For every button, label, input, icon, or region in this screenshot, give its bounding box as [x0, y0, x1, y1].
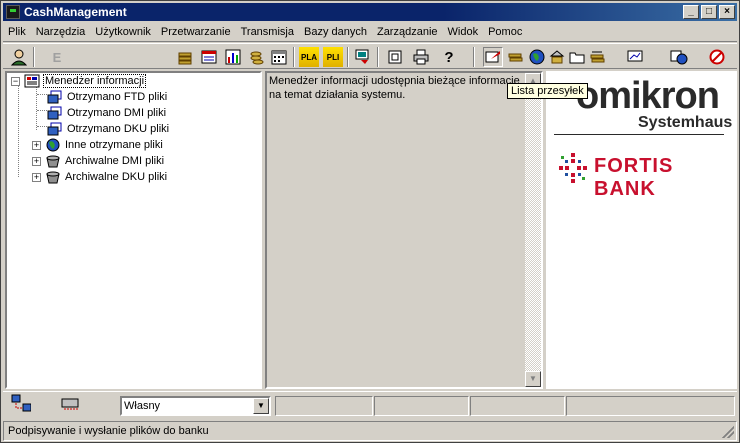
- menu-transmisja[interactable]: Transmisja: [236, 26, 299, 38]
- network-file-icon: [47, 90, 62, 104]
- vertical-scrollbar[interactable]: ▲ ▼: [525, 73, 541, 387]
- menu-pomoc[interactable]: Pomoc: [483, 26, 527, 38]
- expand-icon[interactable]: +: [32, 156, 41, 166]
- menu-widok[interactable]: Widok: [443, 26, 484, 38]
- exit-icon[interactable]: [707, 47, 727, 67]
- status-cell: [374, 396, 469, 416]
- menu-przetwarzanie[interactable]: Przetwarzanie: [156, 26, 236, 38]
- toolbar: E PLA PLI ?: [3, 43, 737, 69]
- presentation-icon[interactable]: [625, 47, 645, 67]
- menu-zarzadzanie[interactable]: Zarządzanie: [372, 26, 443, 38]
- network-file-icon: [47, 122, 62, 136]
- tree-item-archive-dmi[interactable]: + Archiwalne DMI pliki: [32, 153, 165, 169]
- tooltip: Lista przesyłek: [507, 83, 588, 99]
- fortis-mark-icon: [559, 153, 587, 183]
- logo-pane: omikron Systemhaus FORTIS BANK: [546, 71, 737, 389]
- printer-icon[interactable]: [411, 47, 431, 67]
- tree-root-label: Menedżer informacji: [43, 74, 147, 88]
- menu-narzedzia[interactable]: Narzędzia: [31, 26, 91, 38]
- expand-icon[interactable]: +: [32, 140, 41, 150]
- close-button[interactable]: ×: [719, 5, 735, 19]
- maximize-button[interactable]: □: [701, 5, 717, 19]
- archive-icon: [46, 155, 60, 168]
- tree-item-label: Inne otrzymane pliki: [65, 139, 163, 151]
- tree-item-label: Otrzymano DKU pliki: [67, 123, 170, 135]
- scroll-down-icon[interactable]: ▼: [525, 371, 541, 387]
- logo-divider: [554, 134, 724, 135]
- bottom-toolbar: Własny ▼: [3, 391, 737, 419]
- fortis-bank-logo: FORTIS BANK: [594, 155, 674, 200]
- info-pane: Menedżer informacji udostępnia bieżące i…: [265, 71, 543, 389]
- calendar-icon[interactable]: [269, 47, 289, 67]
- tree-item-dmi[interactable]: Otrzymano DMI pliki: [47, 105, 167, 121]
- tree-root[interactable]: − Menedżer informacji: [11, 73, 147, 89]
- network-file-icon: [47, 106, 62, 120]
- status-cell: [566, 396, 735, 416]
- coins-transfer-icon[interactable]: [587, 47, 607, 67]
- coins-stack-icon[interactable]: [247, 47, 267, 67]
- status-cell: [275, 396, 373, 416]
- money-stack-icon[interactable]: [505, 47, 525, 67]
- profile-select-value: Własny: [124, 400, 161, 412]
- expand-icon[interactable]: +: [32, 172, 41, 182]
- minimize-button[interactable]: _: [683, 5, 699, 19]
- menu-bar: Plik Narzędzia Użytkownik Przetwarzanie …: [3, 23, 737, 42]
- profile-select[interactable]: Własny ▼: [120, 396, 271, 416]
- pla-button[interactable]: PLA: [299, 47, 319, 67]
- title-bar[interactable]: CashManagement _ □ ×: [3, 3, 737, 21]
- monitor-icon[interactable]: [353, 47, 373, 67]
- help-button[interactable]: ?: [439, 47, 459, 67]
- pli-button[interactable]: PLI: [323, 47, 343, 67]
- menu-uzytkownik[interactable]: Użytkownik: [90, 26, 156, 38]
- tree-item-label: Otrzymano DMI pliki: [67, 107, 167, 119]
- app-icon: [6, 5, 20, 19]
- collapse-icon[interactable]: −: [11, 76, 20, 86]
- tree-item-other[interactable]: + Inne otrzymane pliki: [32, 137, 164, 153]
- resize-grip-icon[interactable]: [722, 426, 734, 438]
- tree-item-dku[interactable]: Otrzymano DKU pliki: [47, 121, 170, 137]
- tree-item-label: Archiwalne DMI pliki: [65, 155, 165, 167]
- user-icon[interactable]: [9, 47, 29, 67]
- status-bar: Podpisywanie i wysłanie plików do banku: [3, 421, 737, 441]
- globe-icon[interactable]: [527, 47, 547, 67]
- form-icon[interactable]: [199, 47, 219, 67]
- omikron-logo: omikron: [576, 75, 720, 117]
- systemhaus-logo: Systemhaus: [638, 114, 733, 131]
- tree-item-ftd[interactable]: Otrzymano FTD pliki: [47, 89, 168, 105]
- menu-bazy-danych[interactable]: Bazy danych: [299, 26, 372, 38]
- app-window: CashManagement _ □ × Plik Narzędzia Użyt…: [0, 0, 740, 443]
- e-button[interactable]: E: [47, 47, 67, 67]
- shipment-list-icon[interactable]: [483, 47, 503, 67]
- bank-icon[interactable]: [547, 47, 567, 67]
- network-globe-icon[interactable]: [669, 47, 689, 67]
- computers-connect-icon[interactable]: [11, 394, 31, 414]
- bar-chart-icon[interactable]: [223, 47, 243, 67]
- document-icon[interactable]: [385, 47, 405, 67]
- coins-icon[interactable]: [175, 47, 195, 67]
- modem-icon[interactable]: [61, 394, 81, 414]
- tree-view[interactable]: − Menedżer informacji Otrzymano FTD plik…: [5, 71, 262, 389]
- chevron-down-icon[interactable]: ▼: [253, 398, 269, 414]
- info-manager-icon: [24, 74, 40, 88]
- info-text: Menedżer informacji udostępnia bieżące i…: [269, 75, 520, 101]
- folder-icon[interactable]: [567, 47, 587, 67]
- globe-icon: [46, 138, 60, 152]
- tree-item-label: Otrzymano FTD pliki: [67, 91, 168, 103]
- status-text: Podpisywanie i wysłanie plików do banku: [8, 425, 209, 437]
- window-title: CashManagement: [24, 5, 127, 19]
- tree-item-label: Archiwalne DKU pliki: [65, 171, 168, 183]
- tree-item-archive-dku[interactable]: + Archiwalne DKU pliki: [32, 169, 168, 185]
- status-cell: [470, 396, 565, 416]
- menu-plik[interactable]: Plik: [3, 26, 31, 38]
- archive-icon: [46, 171, 60, 184]
